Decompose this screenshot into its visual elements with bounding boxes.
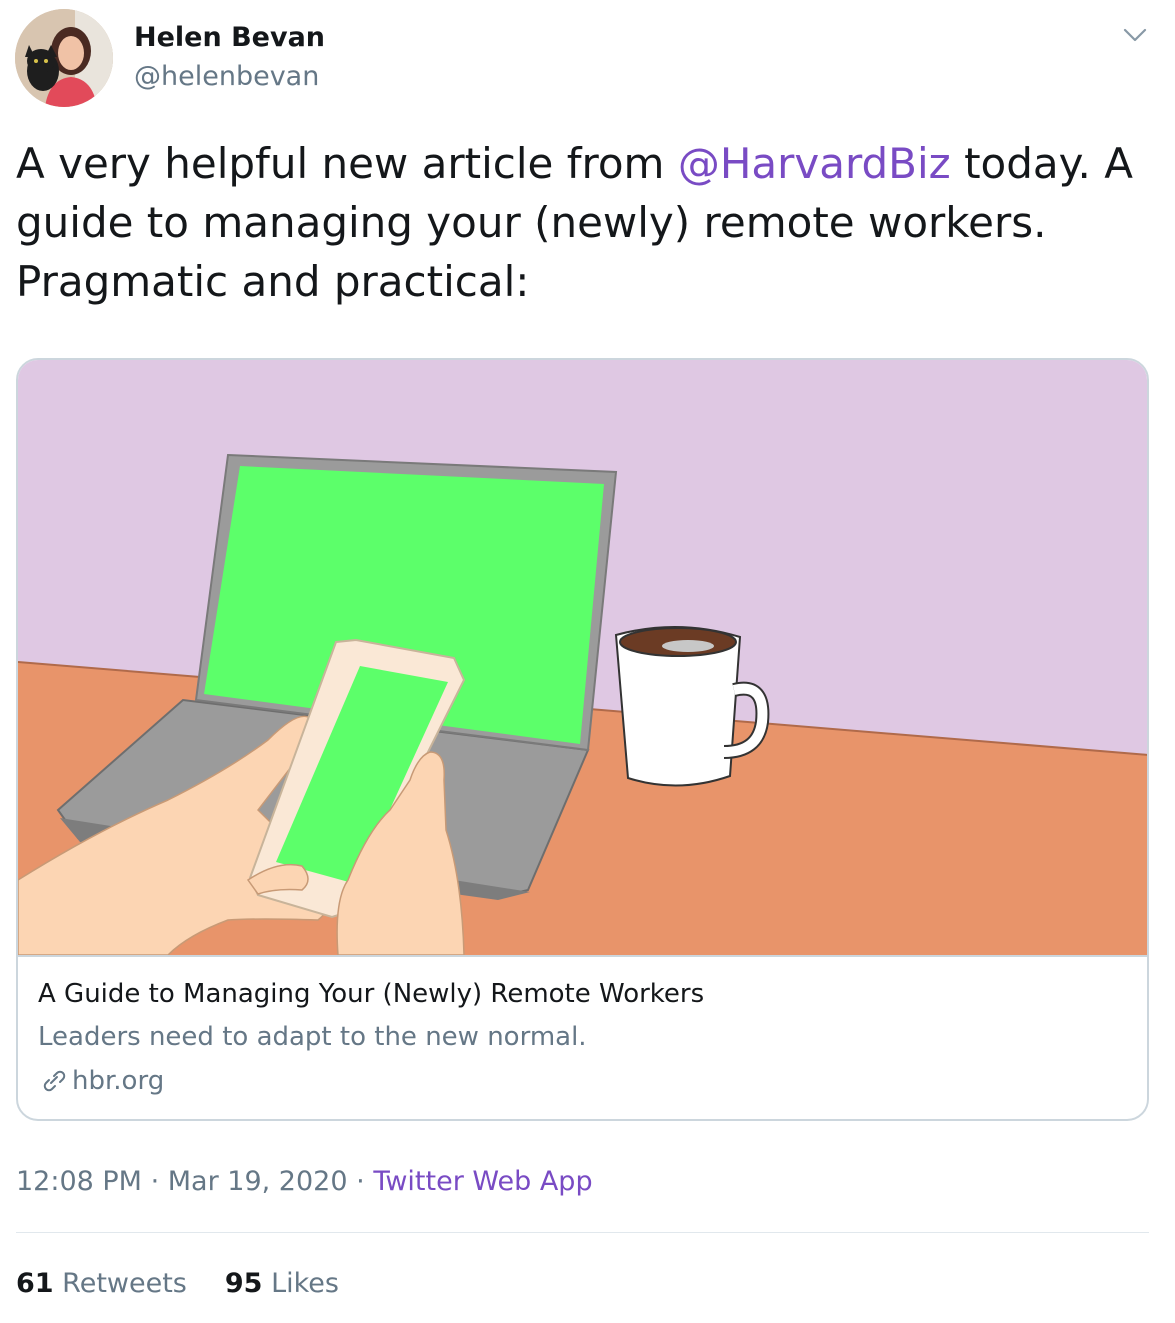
author-name[interactable]: Helen Bevan bbox=[134, 22, 325, 53]
tweet-date[interactable]: Mar 19, 2020 bbox=[168, 1166, 348, 1197]
tweet-text-start: A very helpful new article from bbox=[16, 139, 678, 188]
link-icon bbox=[38, 1066, 68, 1096]
card-domain[interactable]: hbr.org bbox=[38, 1066, 164, 1096]
avatar[interactable] bbox=[15, 9, 113, 107]
chevron-down-icon[interactable] bbox=[1121, 22, 1149, 46]
retweets-label: Retweets bbox=[62, 1268, 187, 1299]
divider bbox=[16, 1232, 1149, 1233]
likes-count: 95 bbox=[224, 1268, 263, 1299]
card-title[interactable]: A Guide to Managing Your (Newly) Remote … bbox=[38, 979, 704, 1009]
tweet-stats: 61 Retweets 95 Likes bbox=[16, 1268, 339, 1299]
likes-label: Likes bbox=[271, 1268, 339, 1299]
meta-separator: · bbox=[356, 1166, 365, 1197]
card-domain-label: hbr.org bbox=[72, 1066, 165, 1096]
tweet-time[interactable]: 12:08 PM bbox=[16, 1166, 142, 1197]
mention-link[interactable]: @HarvardBiz bbox=[678, 139, 951, 188]
card-description: Leaders need to adapt to the new normal. bbox=[38, 1022, 587, 1052]
card-image[interactable] bbox=[18, 360, 1147, 957]
meta-separator: · bbox=[150, 1166, 160, 1197]
retweets-count: 61 bbox=[16, 1268, 54, 1299]
tweet-meta: 12:08 PM · Mar 19, 2020 · Twitter Web Ap… bbox=[16, 1166, 593, 1197]
likes-stat[interactable]: 95 Likes bbox=[225, 1268, 339, 1299]
author-handle[interactable]: @helenbevan bbox=[134, 61, 319, 92]
link-card[interactable]: A Guide to Managing Your (Newly) Remote … bbox=[16, 358, 1149, 1121]
retweets-stat[interactable]: 61 Retweets bbox=[16, 1268, 187, 1299]
tweet-source-app[interactable]: Twitter Web App bbox=[373, 1166, 592, 1197]
tweet-text: A very helpful new article from @Harvard… bbox=[16, 134, 1146, 311]
